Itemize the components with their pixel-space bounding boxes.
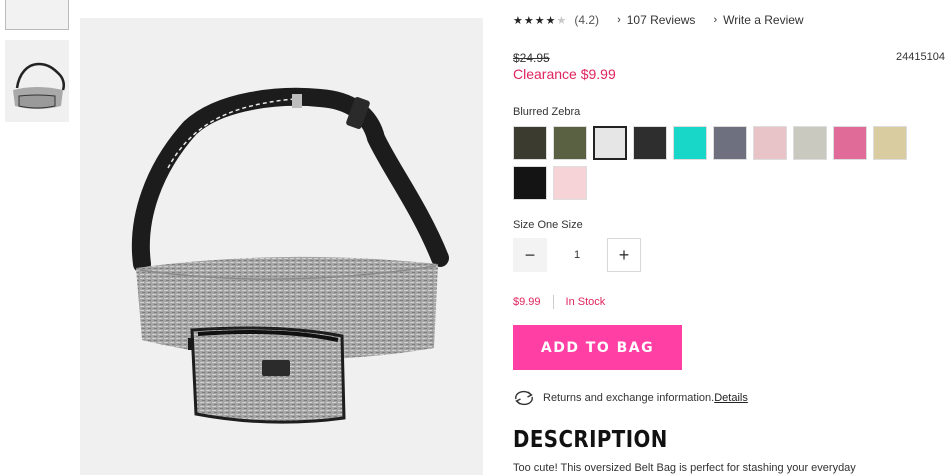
belt-bag-illustration — [131, 87, 449, 424]
chevron-right-icon: › — [713, 14, 718, 26]
product-main-image[interactable] — [80, 18, 483, 475]
decrease-quantity-button[interactable]: − — [513, 238, 547, 272]
swatch-hot-pink-glitter[interactable] — [833, 126, 867, 160]
swatch-black-marble[interactable] — [633, 126, 667, 160]
star-icon: ★ — [545, 14, 556, 27]
star-empty-icon: ★ — [556, 14, 567, 27]
write-review-link[interactable]: Write a Review — [723, 13, 803, 27]
add-to-bag-button[interactable]: ADD TO BAG — [513, 325, 682, 370]
swatch-green-camo[interactable] — [553, 126, 587, 160]
chevron-right-icon: › — [617, 14, 621, 26]
description-heading: DESCRIPTION — [513, 427, 668, 453]
reviews-link[interactable]: 107 Reviews — [627, 13, 696, 27]
swatch-black-quilted[interactable] — [513, 166, 547, 200]
returns-details-link[interactable]: Details — [714, 392, 748, 404]
swatch-pink-glitter[interactable] — [753, 126, 787, 160]
thumbnail-2[interactable] — [5, 40, 69, 122]
swatch-turquoise[interactable] — [673, 126, 707, 160]
star-icon: ★ — [523, 14, 534, 27]
clearance-price: Clearance $9.99 — [513, 66, 616, 82]
returns-info: Returns and exchange information. Details — [513, 390, 748, 406]
swatch-gold-glitter[interactable] — [873, 126, 907, 160]
returns-text: Returns and exchange information. — [543, 392, 715, 404]
swatch-silver-glitter[interactable] — [793, 126, 827, 160]
original-price: $24.95 — [513, 51, 550, 65]
quantity-input[interactable]: 1 — [547, 238, 607, 272]
description-text: Too cute! This oversized Belt Bag is per… — [513, 462, 856, 474]
rating-row: ★ ★ ★ ★ ★ (4.2) › 107 Reviews › Write a … — [513, 12, 804, 28]
stock-status: In Stock — [565, 296, 606, 308]
increase-quantity-button[interactable]: + — [607, 238, 641, 272]
stock-row: $9.99 In Stock — [513, 295, 605, 309]
size-label: Size One Size — [513, 219, 583, 231]
current-price: $9.99 — [513, 296, 541, 308]
exchange-icon — [515, 390, 533, 406]
rating-score: (4.2) — [574, 13, 600, 27]
star-rating: ★ ★ ★ ★ ★ — [513, 14, 566, 27]
divider — [552, 295, 554, 309]
selected-color-name: Blurred Zebra — [513, 106, 581, 118]
thumbnail-belt-bag-image — [13, 62, 66, 109]
swatch-black-camo[interactable] — [513, 126, 547, 160]
star-icon: ★ — [513, 14, 523, 27]
star-icon: ★ — [534, 14, 545, 27]
quantity-stepper: − 1 + — [513, 238, 641, 272]
swatch-blush-quilted[interactable] — [553, 166, 587, 200]
swatch-blurred-zebra[interactable] — [593, 126, 627, 160]
thumbnail-1[interactable] — [5, 0, 69, 30]
product-sku: 24415104 — [896, 51, 945, 63]
swatch-grey-logo[interactable] — [713, 126, 747, 160]
